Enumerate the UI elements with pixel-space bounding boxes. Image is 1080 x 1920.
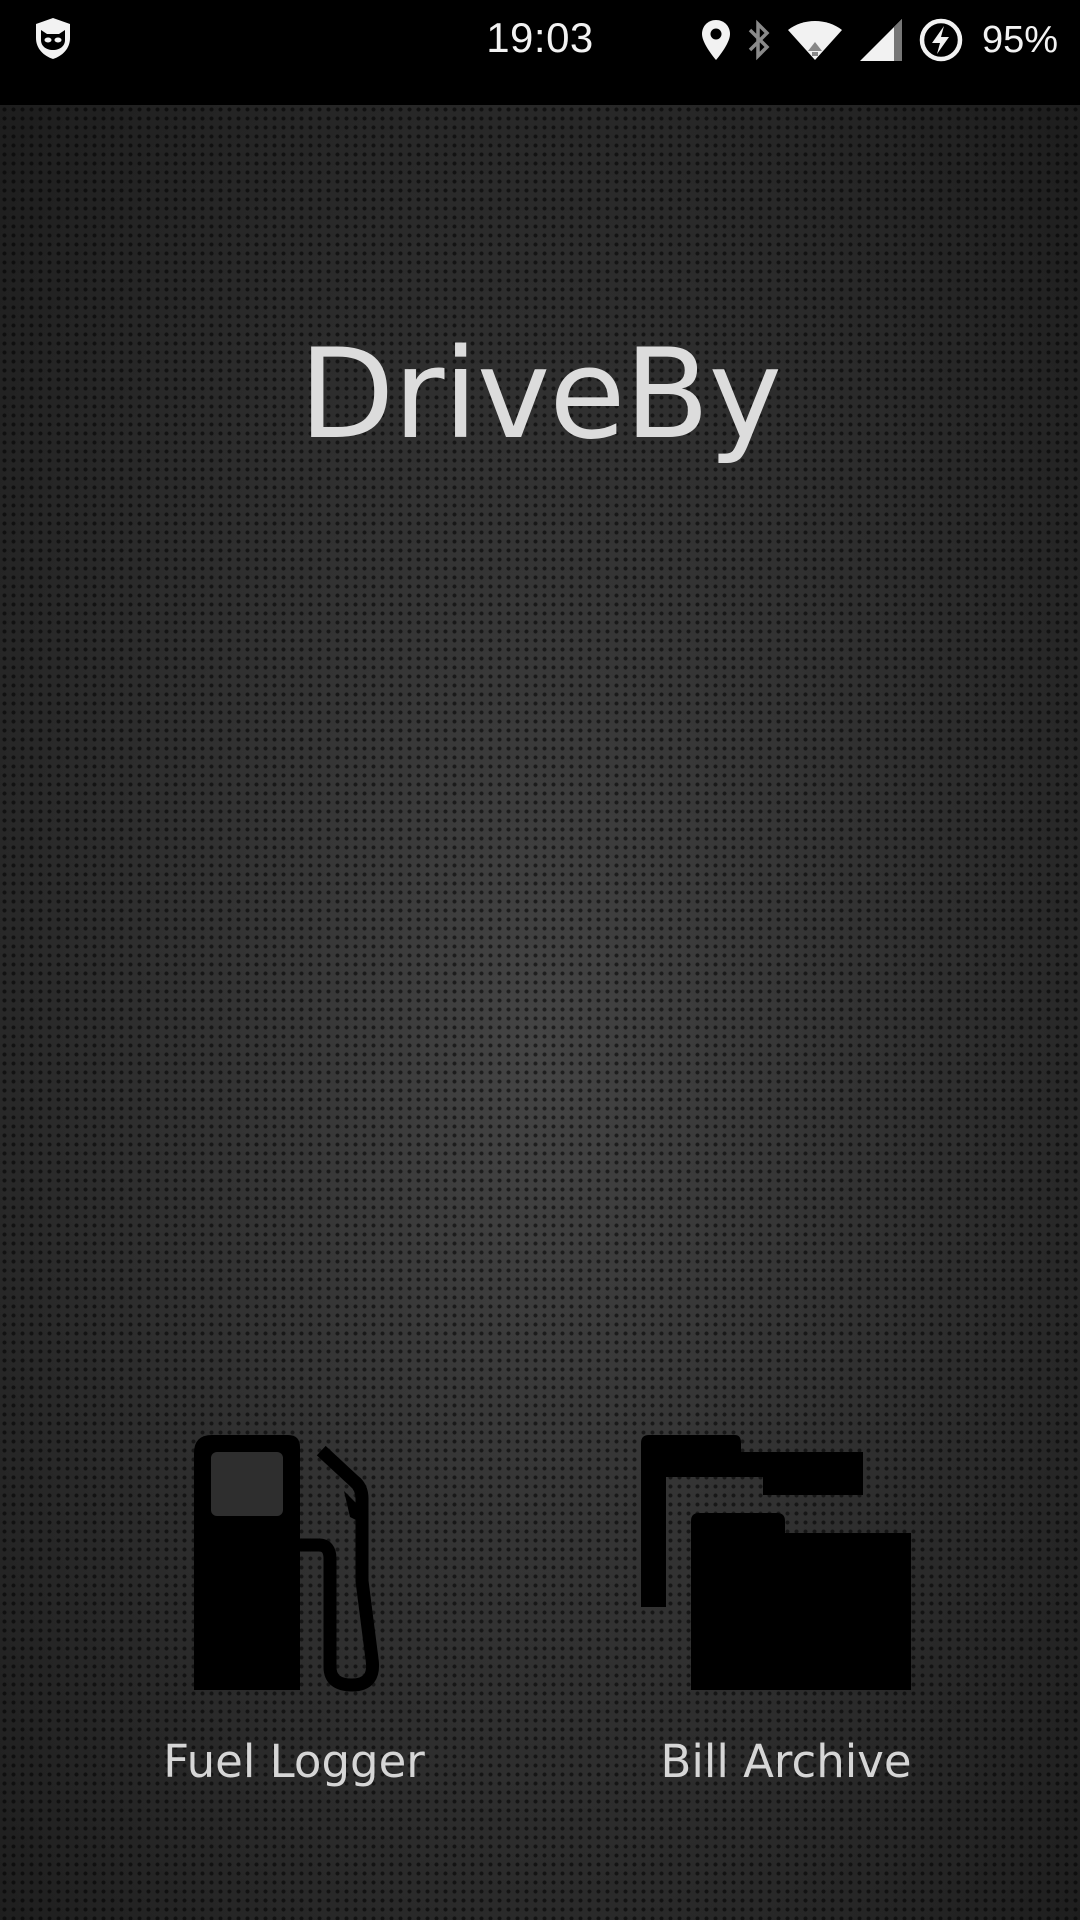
wifi-icon — [787, 21, 842, 60]
app-title: DriveBy — [298, 323, 782, 467]
home-screen: DriveBy Fuel Logger Bill Archive — [0, 105, 1080, 1920]
bill-archive-label: Bill Archive — [660, 1735, 912, 1788]
screen: 19:03 95% DriveBy Fuel Logger Bill Archi… — [0, 0, 1080, 1920]
bluetooth-icon — [748, 19, 770, 61]
fuel-pump-icon — [194, 1435, 380, 1692]
bill-archive-button[interactable]: Bill Archive — [596, 1435, 976, 1788]
status-bar: 19:03 95% — [0, 0, 1080, 105]
fuel-logger-button[interactable]: Fuel Logger — [104, 1435, 484, 1788]
fuel-logger-label: Fuel Logger — [163, 1735, 425, 1788]
signal-icon — [859, 19, 902, 61]
status-icons: 95% — [700, 10, 1058, 70]
folders-icon — [641, 1435, 911, 1690]
location-icon — [701, 20, 730, 60]
battery-charging-icon — [919, 18, 963, 62]
battery-percent: 95% — [981, 18, 1058, 61]
